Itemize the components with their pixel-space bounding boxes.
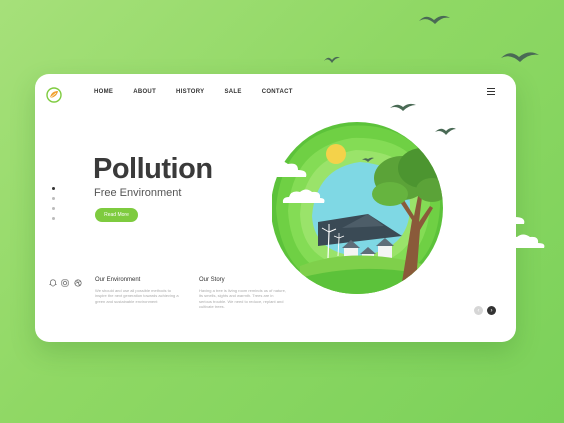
- paper-cut-landscape-illustration: [272, 103, 456, 294]
- bird-icon: [324, 56, 340, 63]
- section-text: We should and use all possible methods t…: [95, 288, 179, 304]
- cloud-icon: [282, 189, 325, 203]
- pager-dot[interactable]: [52, 187, 55, 190]
- bird-icon: [501, 52, 539, 62]
- sun-icon: [326, 144, 346, 164]
- pager-dot[interactable]: [52, 217, 55, 220]
- environment-section: Our Environment We should and use all po…: [95, 277, 183, 304]
- pager-dot[interactable]: [52, 197, 55, 200]
- dribbble-icon[interactable]: [74, 279, 82, 287]
- slide-pager: [52, 187, 55, 227]
- nav-about[interactable]: ABOUT: [133, 89, 156, 95]
- nav-history[interactable]: HISTORY: [176, 89, 204, 95]
- leaf-logo-icon[interactable]: [46, 87, 62, 103]
- nav-home[interactable]: HOME: [94, 89, 113, 95]
- pager-dot[interactable]: [52, 207, 55, 210]
- social-links: [49, 279, 82, 299]
- section-title: Our Environment: [95, 277, 141, 283]
- hamburger-menu-icon[interactable]: [487, 88, 495, 96]
- nav-contact[interactable]: CONTACT: [262, 89, 293, 95]
- nav-sale[interactable]: SALE: [225, 89, 242, 95]
- bird-icon: [419, 15, 450, 24]
- snapchat-icon[interactable]: [49, 279, 57, 287]
- cloud-icon: [499, 234, 545, 248]
- cloud-icon: [255, 161, 307, 177]
- hero-subtitle: Free Environment: [94, 187, 182, 199]
- cloud-icon: [471, 207, 525, 224]
- main-nav: HOME ABOUT HISTORY SALE CONTACT: [94, 89, 313, 95]
- instagram-icon[interactable]: [61, 279, 69, 287]
- read-more-button[interactable]: Read More: [95, 208, 138, 222]
- hero-title: Pollution: [93, 153, 213, 185]
